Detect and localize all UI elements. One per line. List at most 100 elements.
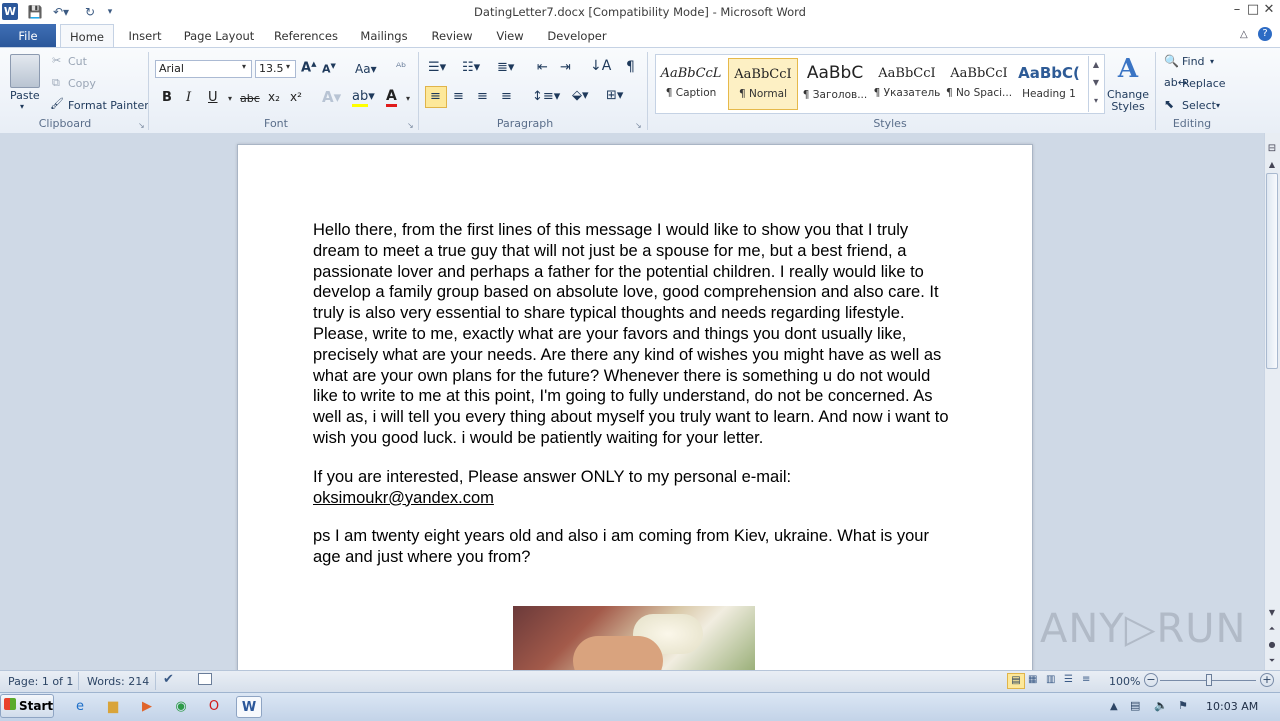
media-player-icon[interactable]: ▶: [136, 696, 158, 718]
style-heading-1[interactable]: AaBbC( Heading 1: [1016, 58, 1082, 110]
proofing-icon[interactable]: ✔: [163, 672, 174, 687]
clipboard-launcher-icon[interactable]: ↘: [138, 121, 145, 130]
font-color-icon[interactable]: A: [386, 88, 397, 107]
volume-icon[interactable]: 🔈: [1154, 699, 1168, 712]
underline-button[interactable]: U: [208, 90, 218, 105]
style-caption[interactable]: AaBbCcL ¶ Caption: [656, 58, 726, 110]
zoom-slider-thumb[interactable]: [1206, 674, 1212, 686]
minimize-ribbon-icon[interactable]: △: [1240, 29, 1248, 40]
word-taskbar-icon[interactable]: W: [236, 696, 262, 718]
sort-icon[interactable]: ↓A: [590, 58, 611, 74]
shrink-font-icon[interactable]: A▼: [322, 62, 336, 76]
opera-icon[interactable]: O: [203, 696, 225, 718]
outline-view-icon[interactable]: ☰: [1064, 674, 1073, 685]
select-dropdown-icon[interactable]: ▾: [1216, 101, 1220, 110]
style-heading-ru[interactable]: AaBbC ¶ Заголов...: [800, 58, 870, 110]
paste-icon[interactable]: [10, 54, 40, 88]
tab-developer[interactable]: Developer: [544, 24, 610, 48]
tab-page-layout[interactable]: Page Layout: [180, 24, 258, 48]
strikethrough-button[interactable]: abc: [240, 92, 260, 105]
borders-icon[interactable]: ⊞▾: [606, 88, 623, 103]
undo-icon[interactable]: ↶▾: [50, 3, 72, 20]
help-icon[interactable]: ?: [1258, 27, 1272, 41]
change-styles-button[interactable]: Change Styles: [1104, 89, 1152, 113]
change-case-icon[interactable]: Aa▾: [355, 62, 377, 76]
font-launcher-icon[interactable]: ↘: [407, 121, 414, 130]
bold-button[interactable]: B: [162, 90, 172, 105]
italic-button[interactable]: I: [186, 90, 191, 105]
paragraph-launcher-icon[interactable]: ↘: [635, 121, 642, 130]
tab-mailings[interactable]: Mailings: [354, 24, 414, 48]
style-no-spacing[interactable]: AaBbCcI ¶ No Spaci...: [944, 58, 1014, 110]
tab-review[interactable]: Review: [426, 24, 478, 48]
tab-file[interactable]: File: [0, 24, 56, 48]
customize-toolbar-icon[interactable]: ▾: [104, 3, 116, 20]
save-icon[interactable]: 💾: [26, 3, 44, 20]
tray-expand-icon[interactable]: ▲: [1110, 701, 1118, 712]
align-center-icon[interactable]: ≡: [453, 89, 464, 104]
tab-home[interactable]: Home: [60, 24, 114, 48]
increase-indent-icon[interactable]: ⇥: [560, 60, 571, 75]
scroll-down-icon[interactable]: ▼: [1266, 608, 1278, 620]
select-button[interactable]: Select: [1182, 99, 1216, 112]
show-formatting-button[interactable]: ¶: [626, 59, 635, 75]
decrease-indent-icon[interactable]: ⇤: [537, 60, 548, 75]
paste-dropdown-icon[interactable]: ▾: [20, 102, 24, 111]
email-link[interactable]: oksimoukr@yandex.com: [313, 489, 494, 507]
font-size-dropdown-icon[interactable]: ▾: [286, 62, 290, 71]
embedded-photo[interactable]: [513, 606, 755, 670]
font-color-dropdown-icon[interactable]: ▾: [406, 94, 410, 103]
redo-icon[interactable]: ↻: [82, 3, 98, 20]
shading-icon[interactable]: ⬙▾: [572, 88, 589, 103]
style-index[interactable]: AaBbCcI ¶ Указатель: [872, 58, 942, 110]
zoom-in-button[interactable]: +: [1260, 673, 1274, 687]
align-right-icon[interactable]: ≡: [477, 89, 488, 104]
zoom-out-button[interactable]: −: [1144, 673, 1158, 687]
font-name-dropdown-icon[interactable]: ▾: [242, 62, 246, 71]
find-dropdown-icon[interactable]: ▾: [1210, 57, 1214, 66]
superscript-button[interactable]: x²: [290, 90, 302, 104]
word-count[interactable]: Words: 214: [87, 675, 149, 688]
cut-button[interactable]: Cut: [68, 55, 87, 68]
chrome-icon[interactable]: ◉: [170, 696, 192, 718]
clock[interactable]: 10:03 AM: [1206, 700, 1258, 713]
zoom-level[interactable]: 100%: [1109, 675, 1140, 688]
copy-button[interactable]: Copy: [68, 77, 96, 90]
close-button[interactable]: ✕: [1259, 2, 1279, 20]
scrollbar-thumb[interactable]: [1266, 173, 1278, 369]
tab-insert[interactable]: Insert: [124, 24, 166, 48]
ruler-toggle-icon[interactable]: ⊟: [1266, 143, 1278, 157]
multilevel-list-icon[interactable]: ≣▾: [497, 60, 514, 75]
word-app-icon[interactable]: W: [2, 3, 18, 20]
browse-object-icon[interactable]: ●: [1266, 640, 1278, 652]
style-normal[interactable]: AaBbCcI ¶ Normal: [728, 58, 798, 110]
draft-view-icon[interactable]: ≡: [1082, 674, 1090, 685]
ie-icon[interactable]: e: [69, 696, 91, 718]
font-name-box[interactable]: Arial: [155, 60, 252, 78]
find-button[interactable]: Find: [1182, 55, 1205, 68]
tab-references[interactable]: References: [270, 24, 342, 48]
line-spacing-icon[interactable]: ↕≡▾: [532, 89, 560, 104]
highlight-icon[interactable]: ab▾: [352, 89, 375, 107]
explorer-folder-icon[interactable]: ▆: [102, 696, 124, 718]
format-painter-button[interactable]: Format Painter: [68, 99, 149, 112]
replace-button[interactable]: Replace: [1182, 77, 1226, 90]
justify-icon[interactable]: ≡: [501, 89, 512, 104]
previous-page-icon[interactable]: ⏶: [1266, 624, 1278, 636]
styles-scroll-icon[interactable]: ▲ ▼ ▾: [1088, 56, 1103, 112]
tab-view[interactable]: View: [490, 24, 530, 48]
numbering-icon[interactable]: ☷▾: [462, 60, 480, 75]
next-page-icon[interactable]: ⏷: [1266, 656, 1278, 668]
change-styles-icon[interactable]: A: [1110, 54, 1146, 84]
print-layout-view-icon[interactable]: ▤: [1007, 673, 1025, 689]
page-count[interactable]: Page: 1 of 1: [8, 675, 73, 688]
grow-font-icon[interactable]: A▲: [301, 60, 316, 75]
paste-button[interactable]: Paste: [10, 89, 40, 102]
document-body[interactable]: Hello there, from the first lines of thi…: [313, 220, 953, 586]
scroll-up-icon[interactable]: ▲: [1266, 160, 1278, 172]
full-screen-view-icon[interactable]: ▦: [1028, 674, 1037, 685]
underline-dropdown-icon[interactable]: ▾: [228, 94, 232, 103]
web-layout-view-icon[interactable]: ▥: [1046, 674, 1055, 685]
text-effects-icon[interactable]: A▾: [322, 88, 341, 106]
network-icon[interactable]: ▤: [1130, 699, 1140, 712]
